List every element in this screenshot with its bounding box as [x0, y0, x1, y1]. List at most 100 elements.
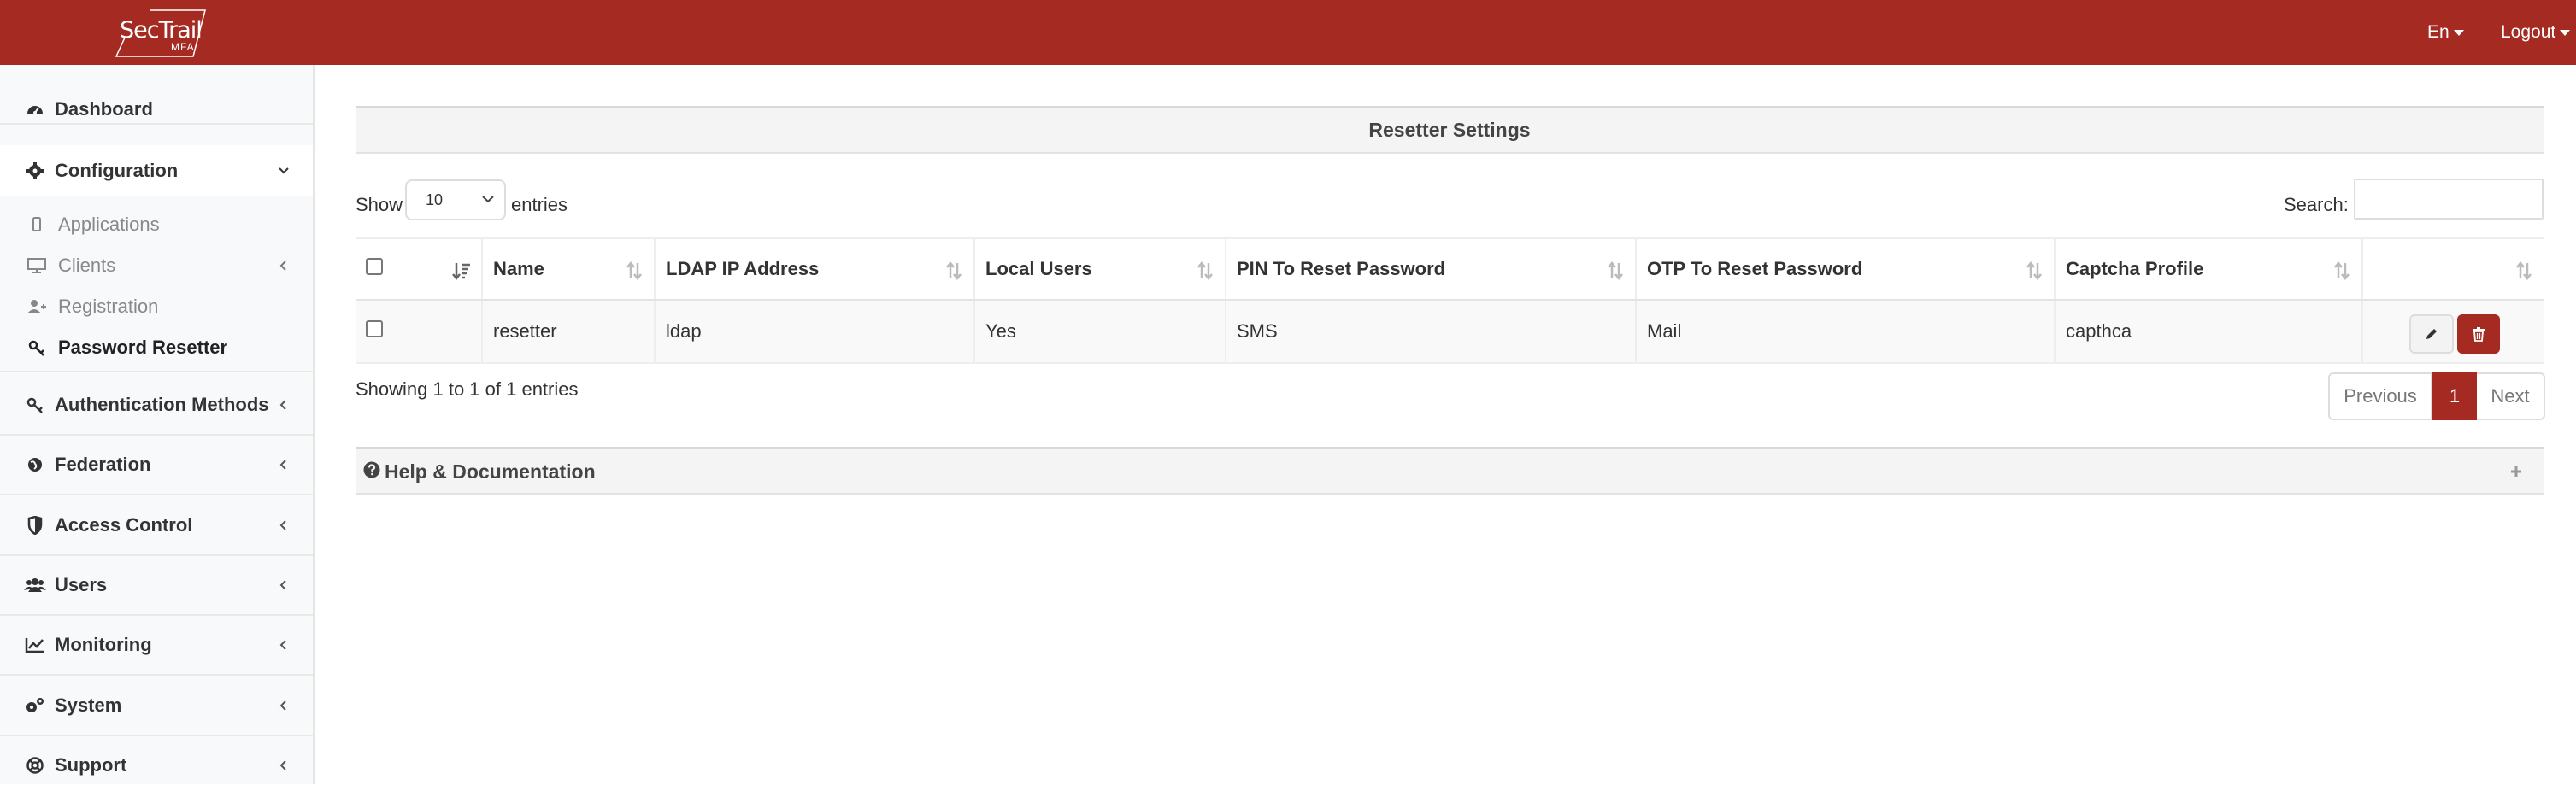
sidebar-item-label: Authentication Methods [55, 394, 269, 415]
sidebar-item-password-resetter[interactable]: Password Resetter [0, 328, 313, 367]
column-header-name[interactable]: Name [482, 237, 656, 301]
line-chart-icon [24, 634, 46, 656]
cell-pin: SMS [1226, 300, 1637, 364]
column-header-ldap[interactable]: LDAP IP Address [655, 237, 975, 301]
row-select-cell [356, 300, 483, 364]
sidebar-item-label: Users [55, 574, 108, 595]
language-label: En [2427, 22, 2450, 42]
help-title: Help & Documentation [385, 460, 596, 483]
column-label: Name [493, 258, 544, 279]
page-size-value: 10 [426, 190, 444, 208]
sidebar-item-system[interactable]: System [0, 680, 313, 731]
sidebar-item-registration[interactable]: Registration [0, 287, 313, 326]
row-checkbox[interactable] [366, 320, 383, 337]
page-1-button[interactable]: 1 [2432, 372, 2477, 420]
delete-button[interactable] [2457, 314, 2500, 354]
resetter-table: Name LDAP IP Address Local Users PIN To … [356, 237, 2544, 364]
logout-dropdown[interactable]: Logout [2501, 0, 2571, 65]
chevron-left-icon [275, 697, 292, 714]
life-ring-icon [24, 754, 46, 776]
column-header-otp[interactable]: OTP To Reset Password [1636, 237, 2056, 301]
divider [0, 494, 313, 495]
previous-button[interactable]: Previous [2328, 372, 2432, 420]
table-info: Showing 1 to 1 of 1 entries [356, 378, 579, 400]
sidebar-item-authentication-methods[interactable]: Authentication Methods [0, 379, 313, 431]
sidebar-item-users[interactable]: Users [0, 560, 313, 611]
help-documentation-panel[interactable]: Help & Documentation [356, 447, 2544, 495]
logo-brand-text: SecTrail [120, 17, 203, 44]
sectrail-logo[interactable]: SecTrail MFA [109, 9, 212, 58]
chevron-left-icon [275, 517, 292, 534]
key-icon [24, 394, 46, 416]
sidebar-item-label: Monitoring [55, 634, 152, 655]
sort-icon[interactable] [944, 261, 963, 285]
sidebar-item-configuration[interactable]: Configuration [0, 145, 313, 196]
plus-icon[interactable] [2509, 465, 2523, 483]
sort-icon[interactable] [2332, 261, 2351, 285]
pagination: Previous 1 Next [2328, 372, 2545, 420]
column-label: Local Users [985, 258, 1092, 279]
mobile-icon [26, 214, 48, 236]
cell-actions [2362, 300, 2544, 364]
sidebar-item-applications[interactable]: Applications [0, 205, 313, 244]
sidebar-item-monitoring[interactable]: Monitoring [0, 619, 313, 671]
column-header-actions[interactable] [2362, 237, 2544, 301]
cell-otp: Mail [1636, 300, 2056, 364]
cell-name: resetter [482, 300, 656, 364]
sidebar-item-label: Clients [58, 255, 116, 276]
trash-icon [2473, 327, 2485, 342]
page-size-select[interactable]: 10 [405, 179, 506, 220]
search-input[interactable] [2354, 179, 2544, 220]
sort-icon[interactable] [1196, 261, 1214, 285]
top-navbar: SecTrail MFA En Logout [0, 0, 2576, 65]
logo-sub-text: MFA [171, 41, 195, 53]
sort-desc-icon[interactable] [452, 261, 471, 285]
chevron-left-icon [275, 636, 292, 653]
cell-ldap: ldap [655, 300, 975, 364]
chevron-down-icon [275, 162, 292, 179]
logout-label: Logout [2501, 22, 2556, 42]
panel-title: Resetter Settings [356, 106, 2544, 154]
sidebar-item-label: Applications [58, 214, 160, 235]
sort-icon[interactable] [2025, 261, 2044, 285]
language-dropdown[interactable]: En [2427, 0, 2464, 65]
column-label: Captcha Profile [2066, 258, 2204, 279]
sidebar-item-label: Support [55, 754, 127, 776]
chevron-left-icon [275, 757, 292, 774]
sort-icon[interactable] [1606, 261, 1625, 285]
column-header-pin[interactable]: PIN To Reset Password [1226, 237, 1637, 301]
column-header-captcha[interactable]: Captcha Profile [2055, 237, 2363, 301]
divider [0, 554, 313, 556]
caret-down-icon [2560, 29, 2571, 36]
cell-captcha: capthca [2055, 300, 2363, 364]
divider [0, 371, 313, 372]
sort-icon[interactable] [2514, 261, 2533, 285]
select-all-header[interactable] [356, 237, 483, 301]
sidebar-item-dashboard[interactable]: Dashboard [0, 84, 313, 135]
shield-icon [24, 514, 46, 536]
column-label: LDAP IP Address [666, 258, 820, 279]
pencil-icon [2426, 329, 2437, 339]
sidebar-item-federation[interactable]: Federation [0, 439, 313, 490]
sidebar: Dashboard Configuration Applications Cli… [0, 65, 315, 784]
question-circle-icon [362, 460, 381, 483]
next-button[interactable]: Next [2477, 372, 2545, 420]
table-header-row: Name LDAP IP Address Local Users PIN To … [356, 237, 2544, 301]
cell-local-users: Yes [974, 300, 1226, 364]
users-icon [24, 574, 46, 596]
desktop-icon [26, 255, 48, 277]
sidebar-item-clients[interactable]: Clients [0, 246, 313, 285]
edit-button[interactable] [2409, 314, 2454, 354]
sidebar-item-support[interactable]: Support [0, 740, 313, 791]
column-header-local-users[interactable]: Local Users [974, 237, 1226, 301]
globe-icon [24, 454, 46, 476]
sort-icon[interactable] [625, 261, 644, 285]
chevron-left-icon [275, 456, 292, 473]
sidebar-item-label: System [55, 694, 122, 716]
entries-label: entries [511, 194, 568, 215]
select-all-checkbox[interactable] [366, 258, 383, 275]
divider [0, 123, 313, 125]
sidebar-item-access-control[interactable]: Access Control [0, 500, 313, 551]
table-row[interactable]: resetter ldap Yes SMS Mail capthca [356, 300, 2544, 364]
sidebar-item-label: Access Control [55, 514, 193, 536]
